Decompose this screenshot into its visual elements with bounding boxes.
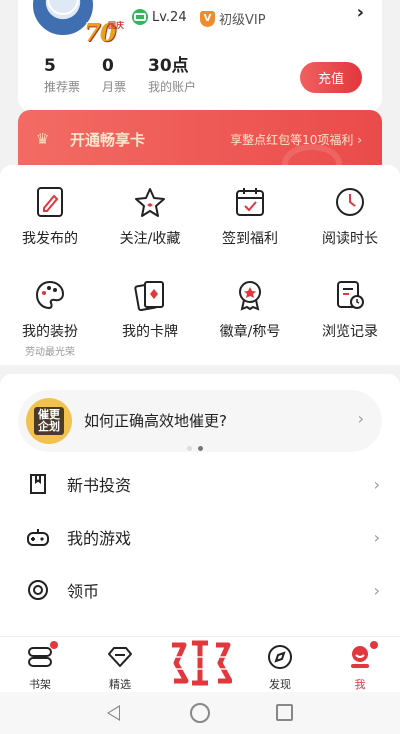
medal-icon (233, 278, 267, 312)
grid-item-follow[interactable]: 关注/收藏 (100, 185, 200, 248)
gamepad-icon (26, 525, 50, 549)
home-icon[interactable] (190, 703, 210, 723)
vip-banner-title: 开通畅享卡 (70, 131, 146, 149)
stat-monthly-tickets[interactable]: 0 月票 (102, 56, 130, 95)
clock-icon (333, 185, 367, 219)
stat-recommend-tickets[interactable]: 5 推荐票 (44, 56, 84, 95)
list-item-get-coins[interactable]: 领币 › (0, 564, 400, 616)
grid-item-label: 我的装扮 (22, 324, 78, 340)
grid-item-checkin[interactable]: 签到福利 (200, 185, 300, 248)
stat-account[interactable]: 30点 我的账户 (148, 56, 196, 95)
nav-label: 我 (354, 678, 366, 691)
grid-item-history[interactable]: 浏览记录 (300, 278, 400, 341)
list-item-label: 领币 (67, 582, 100, 601)
grid-item-badges[interactable]: 徽章/称号 (200, 278, 300, 341)
list-item-label: 新书投资 (67, 476, 132, 495)
recent-apps-icon[interactable] (276, 704, 293, 721)
cards-icon (133, 278, 167, 312)
profile-arrow-icon[interactable]: › (357, 2, 364, 23)
grid-item-dressup[interactable]: 我的装扮 劳动最光荣 (0, 278, 100, 358)
level-chip[interactable]: Lv.24 (132, 9, 187, 25)
grid-item-label: 阅读时长 (322, 231, 378, 247)
notification-dot (370, 641, 378, 649)
list-item-my-games[interactable]: 我的游戏 › (0, 511, 400, 563)
grid-item-label: 我的卡牌 (122, 324, 178, 340)
nav-label: 发现 (269, 678, 291, 691)
vip-chip[interactable]: V 初级VIP (200, 9, 266, 28)
grid-item-cards[interactable]: 我的卡牌 (100, 278, 200, 341)
bookmark-icon (26, 472, 50, 496)
grid-item-label: 关注/收藏 (119, 231, 181, 247)
stat-value: 5 (44, 56, 56, 76)
grid-item-label: 浏览记录 (322, 324, 378, 340)
stat-label: 推荐票 (44, 80, 81, 94)
carousel-dot-active[interactable] (198, 446, 203, 451)
menu-section: 催更企划 如何正确高效地催更? › 新书投资 › 我的游戏 › 领币 › (0, 374, 400, 639)
nav-bookshelf[interactable]: 书架 (10, 641, 70, 692)
crown-icon: ♛ (36, 130, 50, 148)
bottom-nav: 书架 精选 发现 我 (0, 636, 400, 692)
nav-discover[interactable]: 发现 (250, 643, 310, 692)
chevron-right-icon: › (373, 527, 380, 547)
function-grid: 我发布的 关注/收藏 签到福利 阅读时长 我的装扮 劳动最光荣 我的卡牌 徽章/… (0, 165, 400, 365)
anniversary-badge-sub: 国庆 (108, 21, 124, 30)
carousel-dots (187, 446, 203, 451)
nav-me[interactable]: 我 (330, 641, 390, 692)
grid-item-label: 签到福利 (222, 231, 278, 247)
calendar-icon (233, 185, 267, 219)
profile-icon (346, 641, 378, 671)
chevron-right-icon: › (373, 580, 380, 600)
vip-banner-desc: 享整点红包等10项福利 › (230, 133, 362, 147)
level-label: Lv.24 (152, 9, 187, 25)
stat-value: 30点 (148, 56, 189, 76)
level-icon (132, 9, 148, 25)
tip-text: 如何正确高效地催更? (84, 412, 227, 430)
grid-item-label: 我发布的 (22, 231, 78, 247)
stat-value: 0 (102, 56, 114, 76)
chevron-right-icon: › (357, 409, 364, 428)
stats-row: 5 推荐票 0 月票 30点 我的账户 (44, 56, 196, 95)
urge-update-badge-icon: 催更企划 (26, 398, 72, 444)
urge-update-tip-card[interactable]: 催更企划 如何正确高效地催更? › (18, 390, 382, 452)
grid-item-sublabel: 劳动最光荣 (25, 347, 75, 358)
notification-dot (50, 641, 58, 649)
list-item-label: 我的游戏 (67, 529, 132, 548)
stat-label: 月票 (102, 80, 127, 94)
history-icon (333, 278, 367, 312)
recharge-button[interactable]: 充值 (300, 62, 362, 93)
chevron-right-icon: › (373, 474, 380, 494)
app-logo-icon[interactable] (168, 639, 233, 687)
grid-item-reading-time[interactable]: 阅读时长 (300, 185, 400, 248)
grid-item-my-posts[interactable]: 我发布的 (0, 185, 100, 248)
coin-icon (26, 578, 50, 602)
bookshelf-icon (26, 641, 58, 671)
grid-item-label: 徽章/称号 (219, 324, 281, 340)
nav-label: 书架 (29, 678, 51, 691)
vip-card-banner[interactable]: ♛ 开通畅享卡 享整点红包等10项福利 › (18, 110, 382, 170)
system-nav-bar (0, 692, 400, 734)
back-icon[interactable] (107, 705, 120, 721)
stat-label: 我的账户 (148, 80, 197, 94)
palette-icon (33, 278, 67, 312)
carousel-dot[interactable] (187, 446, 192, 451)
nav-label: 精选 (109, 678, 131, 691)
diamond-icon (106, 643, 134, 671)
edit-icon (33, 185, 67, 219)
compass-icon (266, 643, 294, 671)
star-icon (133, 185, 167, 219)
tip-badge-label: 催更企划 (34, 407, 64, 435)
list-item-new-book-invest[interactable]: 新书投资 › (0, 458, 400, 510)
nav-featured[interactable]: 精选 (90, 643, 150, 692)
profile-card[interactable]: 70 国庆 Lv.24 V 初级VIP › 5 推荐票 0 月票 30点 我的账… (18, 0, 382, 112)
vip-shield-icon: V (200, 10, 215, 27)
vip-label: 初级VIP (219, 13, 266, 28)
